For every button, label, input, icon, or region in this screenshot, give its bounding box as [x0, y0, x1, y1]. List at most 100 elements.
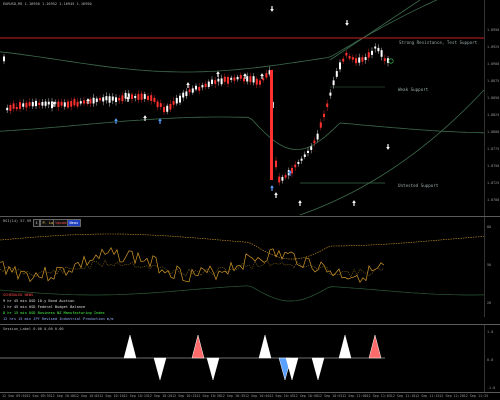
candle-body [22, 103, 25, 107]
candle-body [230, 77, 233, 80]
candle-body [185, 91, 188, 97]
candle-body [159, 103, 162, 107]
candle-body [284, 175, 287, 178]
candle-body [191, 88, 194, 93]
candle-body [182, 92, 185, 98]
candle-body [332, 80, 335, 86]
candle-body [358, 57, 361, 63]
candle-body [57, 101, 60, 107]
down-arrow-icon [344, 19, 350, 27]
candle-body [233, 77, 236, 81]
session-spike-up [258, 334, 272, 359]
candle-body [108, 96, 111, 103]
upper-band-line [0, 0, 438, 73]
candle-body [51, 101, 53, 109]
up-arrow-icon [297, 199, 303, 207]
candle-body [371, 50, 373, 55]
indicator-signal-line [0, 259, 385, 278]
target-circle-icon [388, 58, 394, 64]
candle-body [140, 93, 143, 100]
candle-body [89, 99, 92, 104]
candle-body [217, 78, 220, 82]
candle-body [300, 158, 303, 161]
lower-envelope-line [299, 89, 485, 216]
candle-body [342, 58, 345, 62]
candle-body [19, 102, 21, 109]
candle-body [227, 76, 229, 84]
down-arrow-icon [269, 5, 275, 13]
candle-body [326, 103, 329, 108]
up-arrow-icon [273, 191, 279, 199]
candle-body [377, 47, 380, 52]
candle-body [172, 101, 175, 105]
candle-body [60, 101, 63, 106]
candle-body [179, 95, 181, 103]
candle-body [153, 97, 156, 102]
candle-body [44, 101, 47, 106]
candle-body [25, 102, 28, 108]
candle-body [265, 73, 268, 78]
session-spike-down [206, 357, 220, 381]
session-spike-up [123, 334, 137, 359]
indicator-lower-band [0, 285, 484, 302]
candle-body [150, 95, 153, 101]
candle-body [348, 55, 351, 59]
candle-body [297, 161, 300, 165]
candle-body [115, 97, 117, 103]
large-bearish-candle [270, 70, 273, 180]
candle-body [12, 103, 15, 109]
candle-body [195, 85, 197, 90]
candle-body [9, 105, 12, 111]
candle-body [294, 164, 297, 168]
candle-body [383, 58, 386, 61]
candle-body [79, 101, 82, 104]
candle-body [67, 101, 69, 108]
candle-body [47, 101, 50, 105]
session-spike-up [368, 334, 382, 359]
candle-body [323, 113, 325, 118]
candle-body [329, 92, 332, 96]
candle-body [169, 103, 172, 110]
candle-body [204, 83, 207, 88]
candle-body [124, 92, 127, 99]
candle-body [28, 102, 31, 106]
indicator-line [0, 246, 385, 284]
up-arrow-icon [185, 81, 191, 89]
candle-body [3, 56, 5, 62]
session-spike-up [338, 334, 352, 359]
candle-body [374, 46, 377, 49]
down-arrow-icon [385, 143, 391, 151]
candle-body [355, 58, 357, 64]
candle-body [175, 97, 178, 104]
candle-body [319, 122, 322, 128]
candle-body [121, 95, 124, 102]
candle-body [214, 80, 217, 84]
up-arrow-icon [113, 117, 119, 125]
candle-body [211, 79, 213, 84]
candle-body [361, 57, 364, 62]
candle-body [281, 176, 284, 181]
candle-body [364, 57, 367, 61]
candle-body [310, 146, 313, 150]
candle-body [239, 75, 242, 79]
candle-body [31, 101, 34, 107]
candle-body [303, 154, 306, 157]
candle-body [223, 76, 226, 82]
candle-body [249, 76, 252, 83]
candle-body [102, 97, 105, 102]
candle-body [137, 94, 140, 100]
candle-body [156, 101, 159, 108]
candle-body [111, 96, 114, 101]
indicator-upper-band [0, 233, 485, 260]
lower-band-line [0, 116, 485, 151]
candle-body [188, 89, 191, 93]
candle-body [41, 101, 44, 106]
candle-body [275, 160, 277, 168]
up-arrow-icon [351, 199, 357, 207]
candle-body [6, 107, 9, 111]
candle-body [63, 102, 66, 107]
candle-body [134, 95, 137, 99]
candle-body [207, 81, 210, 87]
candle-body [278, 176, 281, 183]
candle-body [73, 99, 76, 106]
